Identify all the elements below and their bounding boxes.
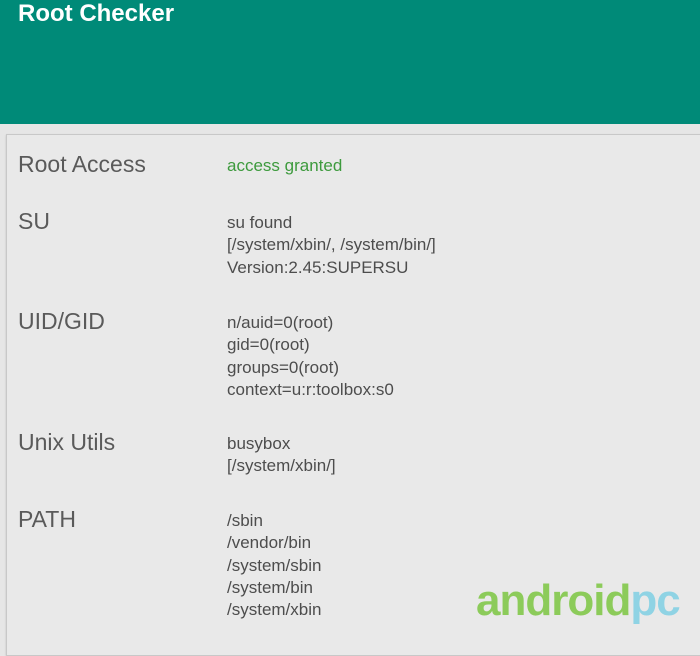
uid-gid-value-line: context=u:r:toolbox:s0 [227, 379, 394, 399]
unix-utils-value-line: [/system/xbin/] [227, 456, 336, 476]
uid-gid-value-line: n/auid=0(root) [227, 313, 334, 332]
su-values: su found [/system/xbin/, /system/bin/] V… [227, 212, 436, 279]
root-access-values: access granted [227, 155, 342, 177]
su-label: SU [18, 208, 50, 234]
path-value-line: /sbin [227, 511, 263, 530]
root-access-status: access granted [227, 156, 343, 175]
su-value-line: [/system/xbin/, /system/bin/] [227, 235, 436, 255]
su-value-line: su found [227, 213, 293, 232]
watermark-pc: pc [630, 576, 680, 625]
path-value-line: /system/bin [227, 577, 313, 597]
app-title: Root Checker [18, 0, 175, 27]
path-label: PATH [18, 506, 76, 532]
androidpc-watermark: androidpc [476, 576, 681, 625]
uid-gid-label: UID/GID [18, 308, 105, 334]
uid-gid-value-line: groups=0(root) [227, 357, 339, 377]
watermark-android: android [476, 576, 631, 625]
unix-utils-value-line: busybox [227, 434, 291, 453]
su-value-line: Version:2.45:SUPERSU [227, 257, 409, 277]
unix-utils-values: busybox [/system/xbin/] [227, 433, 336, 478]
app-bar: Root Checker [0, 0, 700, 124]
uid-gid-values: n/auid=0(root) gid=0(root) groups=0(root… [227, 312, 394, 401]
path-value-line: /system/sbin [227, 555, 322, 575]
uid-gid-value-line: gid=0(root) [227, 335, 310, 355]
path-values: /sbin /vendor/bin /system/sbin /system/b… [227, 510, 321, 621]
unix-utils-label: Unix Utils [18, 429, 116, 455]
path-value-line: /system/xbin [227, 600, 322, 620]
root-access-label: Root Access [18, 151, 146, 177]
path-value-line: /vendor/bin [227, 533, 312, 553]
